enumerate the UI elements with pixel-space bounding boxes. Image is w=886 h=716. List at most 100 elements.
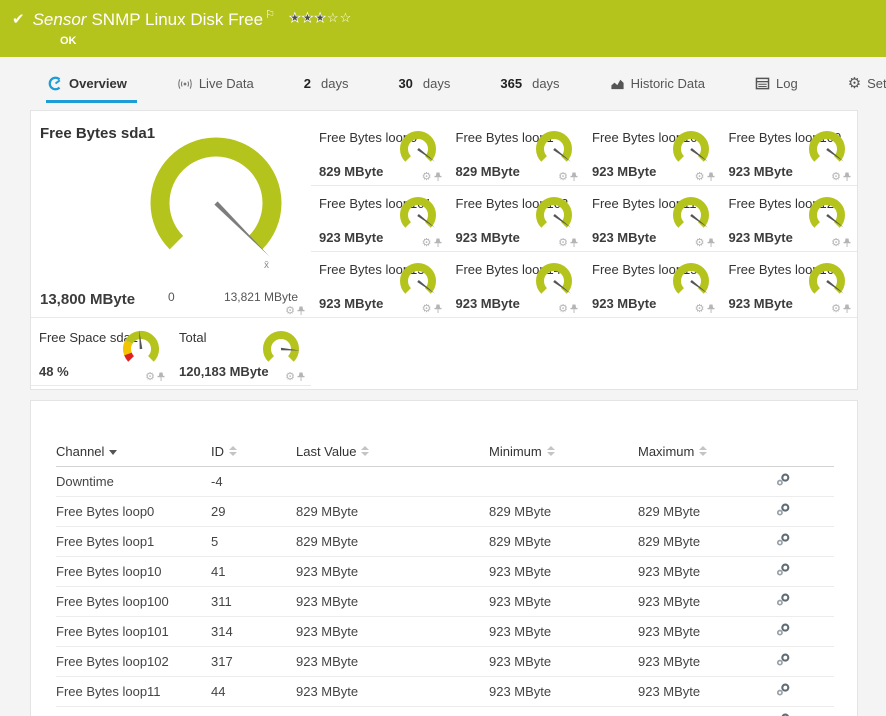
pin-icon[interactable]: [707, 304, 715, 314]
table-row[interactable]: Free Bytes loop15829 MByte829 MByte829 M…: [56, 527, 834, 557]
small-gauge-cell[interactable]: Free Bytes loop1 829 MByte ⚙: [448, 111, 585, 186]
gauge-settings-gear-icon[interactable]: ⚙: [285, 306, 295, 316]
pin-icon[interactable]: [434, 172, 442, 182]
priority-stars[interactable]: ★★★☆☆: [289, 10, 352, 25]
table-row[interactable]: Downtime-4: [56, 467, 834, 497]
table-row[interactable]: Free Bytes loop100311923 MByte923 MByte9…: [56, 587, 834, 617]
small-gauge-cell[interactable]: Free Bytes loop100 923 MByte ⚙: [721, 111, 858, 186]
table-row[interactable]: Free Bytes loop1144923 MByte923 MByte923…: [56, 677, 834, 707]
pin-icon[interactable]: [434, 304, 442, 314]
total-gauge-cell[interactable]: Total 120,183 MByte ⚙: [171, 318, 311, 386]
tab-overview[interactable]: Overview: [46, 76, 137, 103]
small-gauge: [530, 195, 578, 241]
cell-actions[interactable]: [756, 467, 834, 497]
channel-settings-icon[interactable]: [776, 623, 790, 637]
free-space-gauge-cell[interactable]: Free Space sda1 48 % ⚙: [31, 318, 171, 386]
pin-icon[interactable]: [707, 238, 715, 248]
gauge-settings-gear-icon[interactable]: ⚙: [695, 304, 705, 314]
cell-minimum: 923 MByte: [489, 677, 638, 707]
cell-actions[interactable]: [756, 617, 834, 647]
channel-settings-icon[interactable]: [776, 653, 790, 667]
gauge-settings-gear-icon[interactable]: ⚙: [831, 172, 841, 182]
small-gauge-cell[interactable]: Free Bytes loop13 923 MByte ⚙: [311, 252, 448, 318]
pin-icon[interactable]: [843, 172, 851, 182]
pin-icon[interactable]: [843, 238, 851, 248]
column-header-last-value[interactable]: Last Value: [296, 439, 489, 467]
gauge-settings-gear-icon[interactable]: ⚙: [695, 172, 705, 182]
pin-icon[interactable]: [843, 304, 851, 314]
cell-actions[interactable]: [756, 707, 834, 716]
gauge-settings-gear-icon[interactable]: ⚙: [831, 304, 841, 314]
cell-actions[interactable]: [756, 557, 834, 587]
tab-live-data[interactable]: Live Data: [175, 76, 264, 103]
tab-historic-data[interactable]: Historic Data: [608, 76, 715, 103]
pin-icon[interactable]: [297, 372, 305, 382]
pin-icon[interactable]: [570, 304, 578, 314]
tab-30-days[interactable]: 30days: [396, 76, 460, 103]
table-row[interactable]: Free Bytes loop1041923 MByte923 MByte923…: [56, 557, 834, 587]
star-empty-icon[interactable]: ☆: [327, 10, 340, 25]
channel-settings-icon[interactable]: [776, 593, 790, 607]
channel-settings-icon[interactable]: [776, 473, 790, 487]
small-gauge-cell[interactable]: Free Bytes loop101 923 MByte ⚙: [311, 186, 448, 252]
sort-both-icon: [229, 446, 237, 456]
main-gauge-cell[interactable]: Free Bytes sda1 x̄ 13,800 MByte 0 13,821…: [31, 111, 311, 318]
channel-settings-icon[interactable]: [776, 533, 790, 547]
small-gauge-cell[interactable]: Free Bytes loop16 923 MByte ⚙: [721, 252, 858, 318]
small-gauge-cell[interactable]: Free Bytes loop0 829 MByte ⚙: [311, 111, 448, 186]
gauge-settings-gear-icon[interactable]: ⚙: [422, 172, 432, 182]
pin-icon[interactable]: [570, 238, 578, 248]
column-header-maximum[interactable]: Maximum: [638, 439, 756, 467]
channel-settings-icon[interactable]: [776, 683, 790, 697]
gauge-settings-gear-icon[interactable]: ⚙: [285, 372, 295, 382]
pin-icon[interactable]: [707, 172, 715, 182]
table-row[interactable]: Free Bytes loop1247923 MByte923 MByte923…: [56, 707, 834, 716]
small-gauge-cell[interactable]: Free Bytes loop12 923 MByte ⚙: [721, 186, 858, 252]
tab-2-days[interactable]: 2days: [302, 76, 359, 103]
gauge-settings-gear-icon[interactable]: ⚙: [422, 304, 432, 314]
gauge-settings-gear-icon[interactable]: ⚙: [831, 238, 841, 248]
star-filled-icon[interactable]: ★: [314, 10, 327, 25]
column-header-minimum[interactable]: Minimum: [489, 439, 638, 467]
column-header-id[interactable]: ID: [211, 439, 296, 467]
cell-actions[interactable]: [756, 647, 834, 677]
gauge-settings-gear-icon[interactable]: ⚙: [422, 238, 432, 248]
pin-icon[interactable]: [297, 306, 305, 316]
pin-icon[interactable]: [570, 172, 578, 182]
column-header-channel[interactable]: Channel: [56, 439, 211, 467]
gauge-settings-gear-icon[interactable]: ⚙: [695, 238, 705, 248]
small-gauge-cell[interactable]: Free Bytes loop14 923 MByte ⚙: [448, 252, 585, 318]
pin-icon[interactable]: [434, 238, 442, 248]
pin-icon[interactable]: [157, 372, 165, 382]
cell-id: 44: [211, 677, 296, 707]
star-filled-icon[interactable]: ★: [289, 10, 302, 25]
cell-last-value: 829 MByte: [296, 497, 489, 527]
gauge-settings-gear-icon[interactable]: ⚙: [145, 372, 155, 382]
channel-settings-icon[interactable]: [776, 503, 790, 517]
gauge-settings-gear-icon[interactable]: ⚙: [558, 304, 568, 314]
cell-actions[interactable]: [756, 677, 834, 707]
small-gauge-cell[interactable]: Free Bytes loop15 923 MByte ⚙: [584, 252, 721, 318]
tab-365-days[interactable]: 365days: [498, 76, 569, 103]
cell-channel: Free Bytes loop12: [56, 707, 211, 716]
channel-settings-icon[interactable]: [776, 563, 790, 577]
tab-log[interactable]: Log: [753, 76, 808, 103]
table-row[interactable]: Free Bytes loop029829 MByte829 MByte829 …: [56, 497, 834, 527]
cell-actions[interactable]: [756, 587, 834, 617]
star-filled-icon[interactable]: ★: [302, 10, 315, 25]
small-gauge-cell[interactable]: Free Bytes loop10 923 MByte ⚙: [584, 111, 721, 186]
table-row[interactable]: Free Bytes loop101314923 MByte923 MByte9…: [56, 617, 834, 647]
gauge-settings-gear-icon[interactable]: ⚙: [558, 172, 568, 182]
gauge-value: 923 MByte: [456, 230, 520, 245]
cell-actions[interactable]: [756, 497, 834, 527]
small-gauge-cell[interactable]: Free Bytes loop11 923 MByte ⚙: [584, 186, 721, 252]
small-gauge-cell[interactable]: Free Bytes loop102 923 MByte ⚙: [448, 186, 585, 252]
cell-actions[interactable]: [756, 527, 834, 557]
gauge-settings-gear-icon[interactable]: ⚙: [558, 238, 568, 248]
cell-last-value: 923 MByte: [296, 647, 489, 677]
table-row[interactable]: Free Bytes loop102317923 MByte923 MByte9…: [56, 647, 834, 677]
flag-icon[interactable]: ⚐: [265, 9, 275, 21]
tab-settings[interactable]: ⚙ Settings: [846, 76, 886, 103]
sort-both-icon: [699, 446, 707, 456]
star-empty-icon[interactable]: ☆: [340, 10, 353, 25]
